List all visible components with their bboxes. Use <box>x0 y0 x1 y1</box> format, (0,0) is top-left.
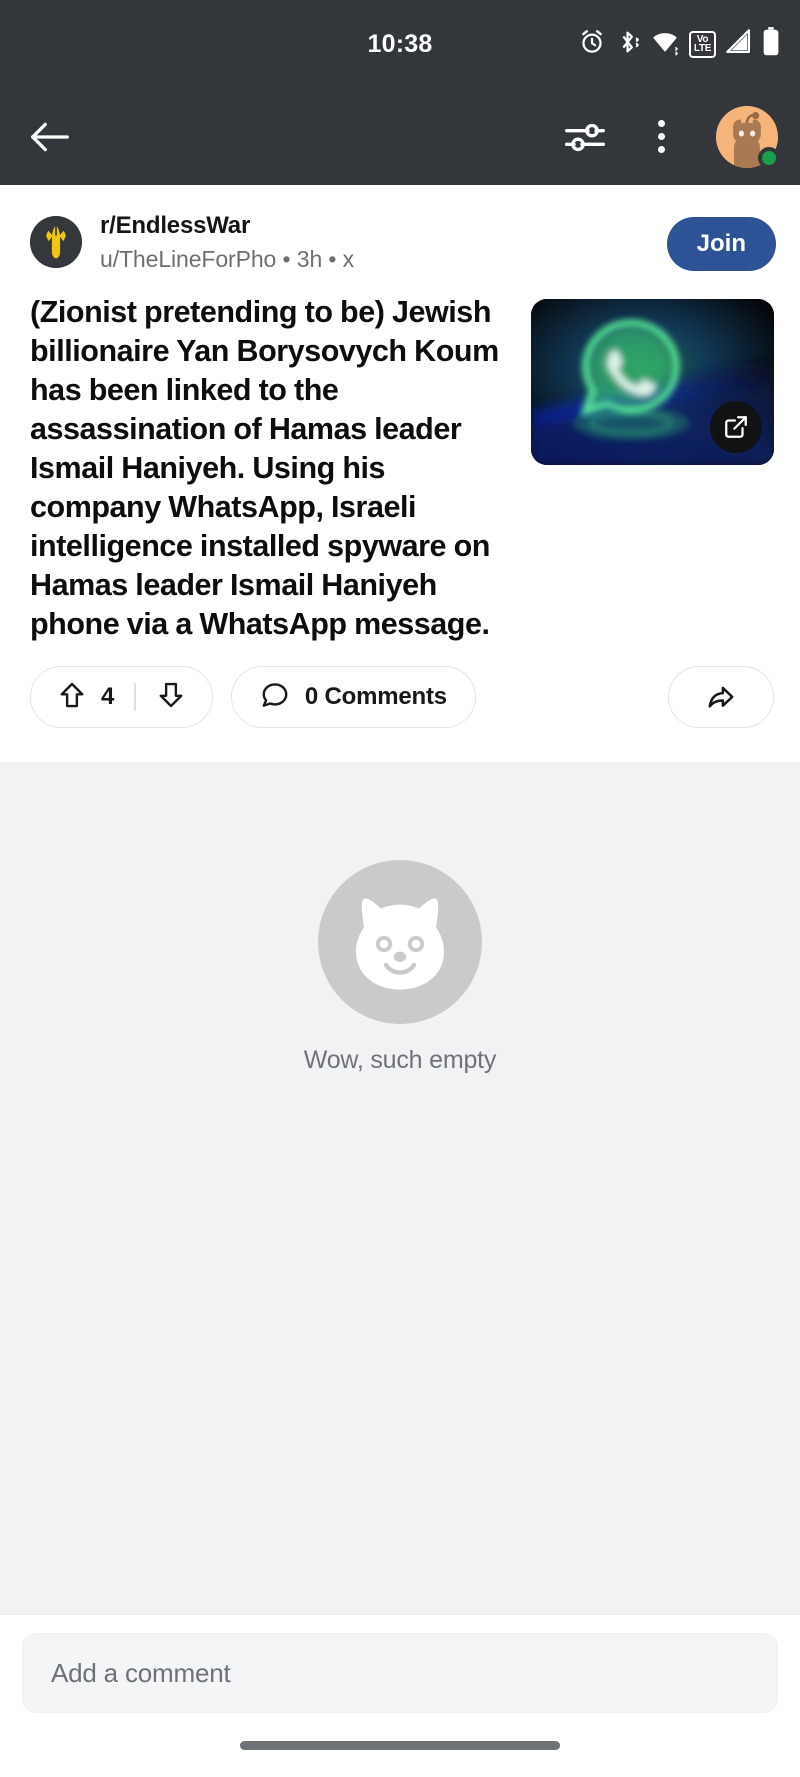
add-comment-input[interactable] <box>22 1633 778 1713</box>
kebab-dot <box>657 146 665 153</box>
volte-icon: Vo LTE <box>689 30 716 58</box>
comment-composer <box>0 1614 800 1713</box>
app-screen: 10:38 Vo LTE r/EndlessWar u/TheLineForPh… <box>0 0 800 1777</box>
vote-pill: 4 <box>30 666 213 729</box>
post-card: r/EndlessWar u/TheLineForPho • 3h • x Jo… <box>0 185 800 763</box>
back-button[interactable] <box>22 109 78 165</box>
subreddit-avatar[interactable] <box>30 216 82 268</box>
kebab-dot <box>657 120 665 127</box>
cellular-signal-icon <box>725 28 753 61</box>
upvote-button[interactable] <box>57 680 87 715</box>
vote-count: 4 <box>101 683 115 711</box>
post-body: (Zionist pretending to be) Jewish billio… <box>0 275 800 644</box>
kebab-dot <box>657 133 665 140</box>
snoo-cat-face-icon <box>318 860 482 1025</box>
overflow-menu-icon[interactable] <box>636 112 686 162</box>
battery-icon <box>762 27 780 61</box>
volte-bottom-label: LTE <box>693 43 712 54</box>
share-button[interactable] <box>668 666 774 729</box>
vote-divider <box>134 683 136 712</box>
post-header-text: r/EndlessWar u/TheLineForPho • 3h • x <box>100 211 667 275</box>
join-button[interactable]: Join <box>666 217 776 271</box>
post-action-bar: 4 0 Comments <box>0 644 800 754</box>
system-navigation-bar <box>0 1713 800 1777</box>
alarm-icon <box>578 28 606 61</box>
comment-count-label: 0 Comments <box>304 683 447 711</box>
post-title[interactable]: (Zionist pretending to be) Jewish billio… <box>30 293 517 644</box>
app-bar <box>0 88 800 185</box>
post-header: r/EndlessWar u/TheLineForPho • 3h • x Jo… <box>0 185 800 275</box>
sort-filter-icon[interactable] <box>560 112 610 162</box>
bluetooth-icon <box>615 28 641 61</box>
user-avatar[interactable] <box>716 105 780 169</box>
comment-bubble-icon <box>260 680 290 715</box>
external-link-icon[interactable] <box>710 401 762 454</box>
gesture-handle[interactable] <box>240 1740 560 1750</box>
empty-state-label: Wow, such empty <box>303 1046 497 1075</box>
post-meta: u/TheLineForPho • 3h • x <box>100 246 355 272</box>
status-bar-icons: Vo LTE <box>578 27 780 61</box>
status-bar: 10:38 Vo LTE <box>0 0 800 88</box>
whatsapp-logo-thumbnail[interactable] <box>531 299 774 466</box>
app-bar-actions <box>560 105 780 169</box>
post-thumbnail-wrap[interactable] <box>531 293 774 644</box>
online-status-badge <box>758 146 780 169</box>
comments-button[interactable]: 0 Comments <box>230 666 476 729</box>
wifi-icon <box>650 28 680 61</box>
subreddit-name[interactable]: r/EndlessWar <box>100 211 667 241</box>
downvote-button[interactable] <box>156 680 186 715</box>
empty-comments-state: Wow, such empty <box>0 762 800 1614</box>
